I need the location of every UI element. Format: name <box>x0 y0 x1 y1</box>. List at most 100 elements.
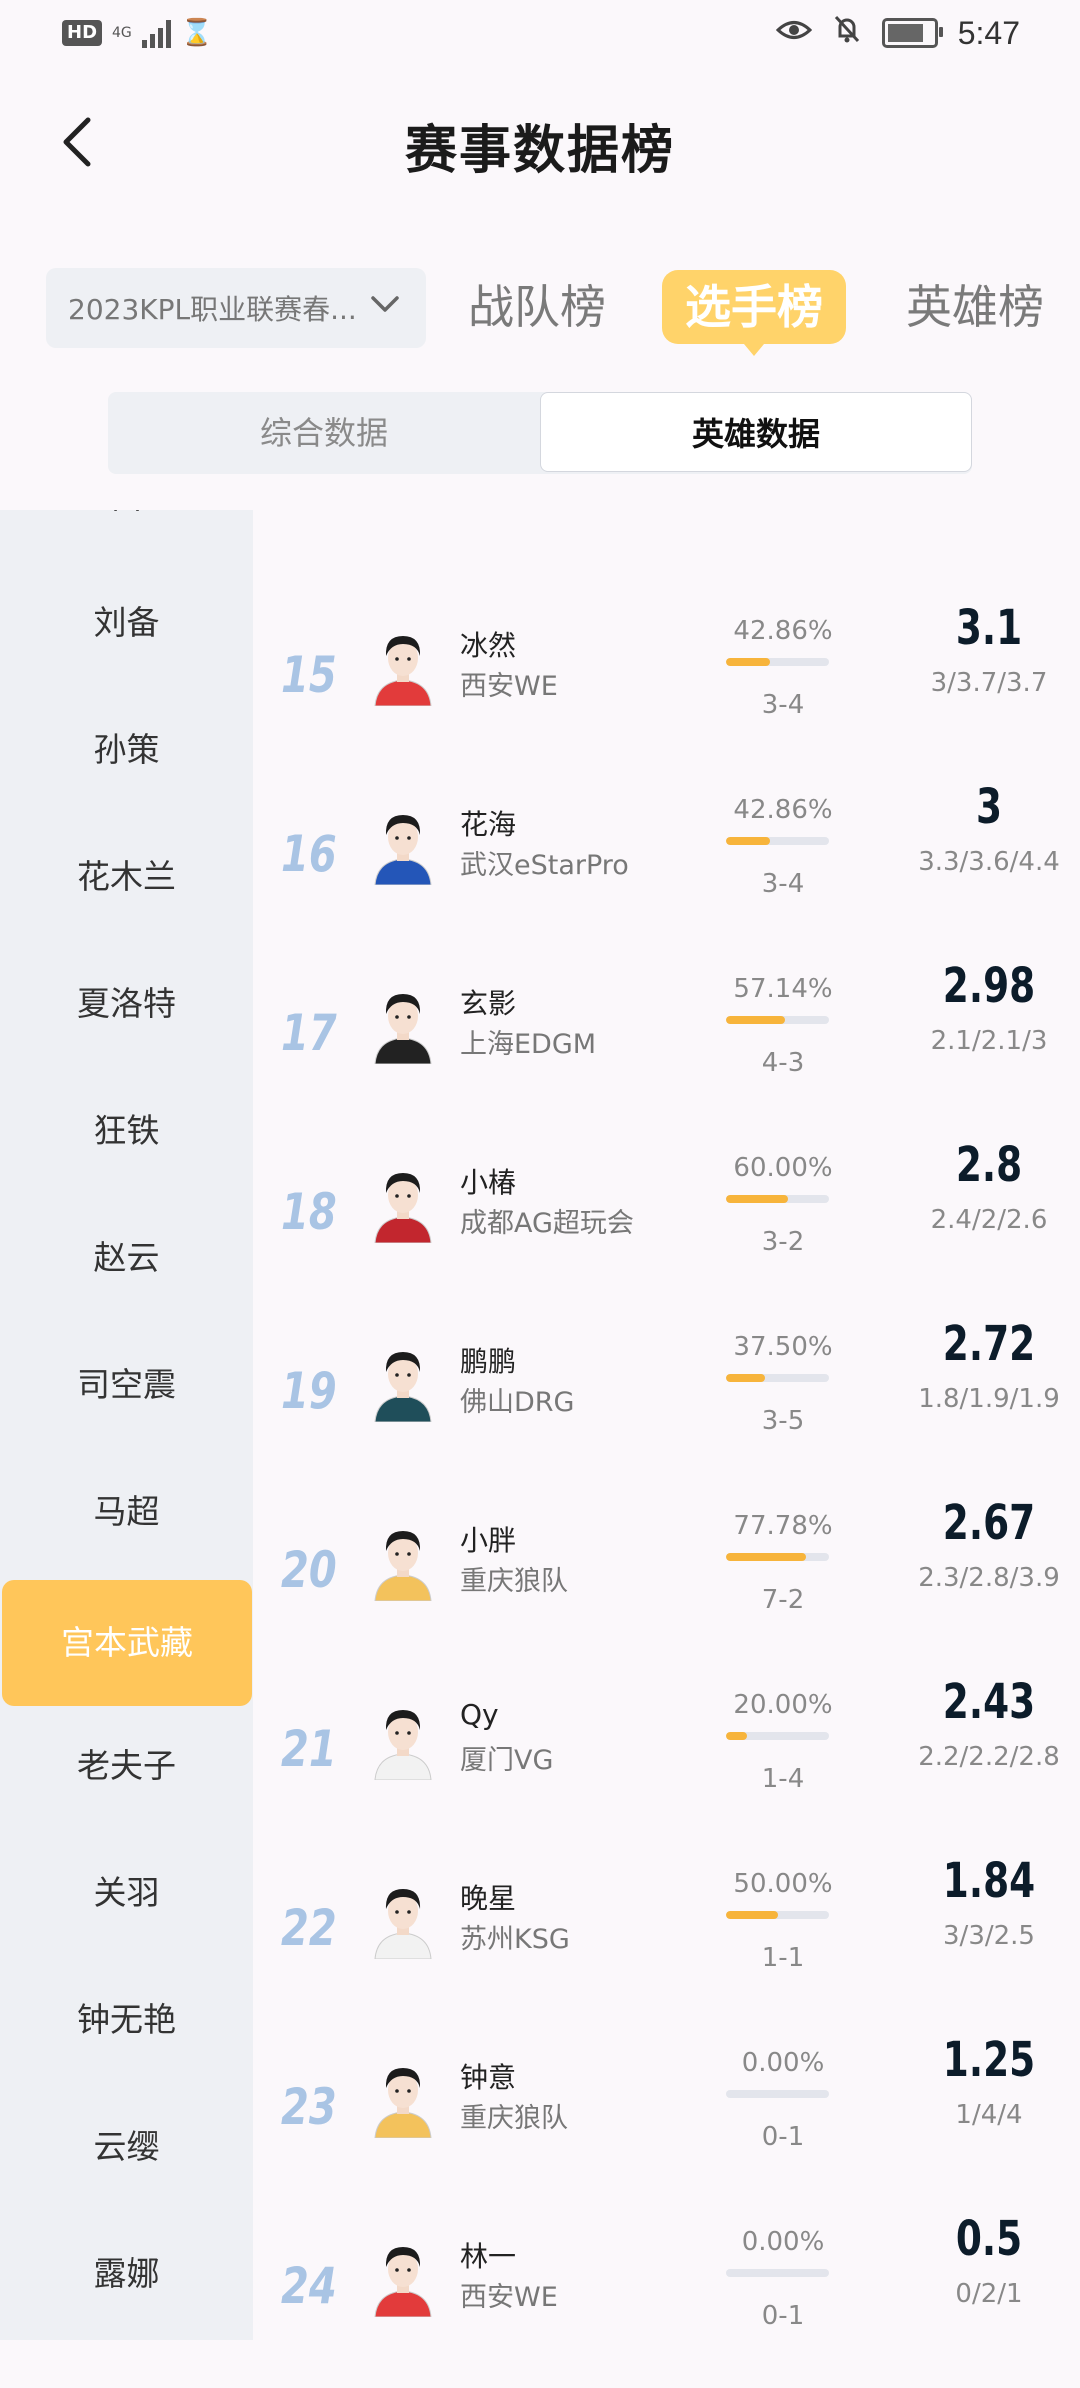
network-label: 4G <box>112 25 132 41</box>
sidebar-item-sikongzhen[interactable]: 司空震 <box>0 1322 253 1448</box>
win-rate-bar <box>726 2269 829 2277</box>
player-team: 西安WE <box>460 2282 558 2313</box>
win-rate: 77.78% <box>733 1511 833 1541</box>
chevron-down-icon <box>371 296 399 312</box>
player-name: 鹏鹏 <box>460 1345 517 1378</box>
player-row[interactable]: 21 Qy 厦门VG 20.00% 1-4 2.43 2.2/2.2/2.8 <box>253 1672 1080 1851</box>
player-avatar <box>374 2247 432 2317</box>
rank-number: 18 <box>281 1183 337 1241</box>
sidebar-item-machao[interactable]: 马超 <box>0 1449 253 1575</box>
rank-number: 20 <box>281 1541 337 1599</box>
hd-badge: HD <box>62 20 103 46</box>
win-loss-record: 3-4 <box>761 690 805 720</box>
win-rate: 42.86% <box>733 616 833 646</box>
player-row[interactable]: 18 小椿 成都AG超玩会 60.00% 3-2 2.8 2.4/2/2.6 <box>253 1135 1080 1314</box>
kda-breakdown: 2.4/2/2.6 <box>930 1205 1048 1235</box>
season-dropdown[interactable]: 2023KPL职业联赛春... <box>46 268 426 348</box>
player-team: 成都AG超玩会 <box>460 1208 634 1239</box>
player-name: 林一 <box>460 2240 517 2273</box>
tab-team-ranking[interactable]: 战队榜 <box>462 270 612 344</box>
tab-player-ranking[interactable]: 选手榜 <box>662 270 846 356</box>
player-avatar <box>374 1889 432 1959</box>
rank-number: 21 <box>281 1720 337 1778</box>
rank-number: 19 <box>281 1362 337 1420</box>
player-row[interactable]: 23 钟意 重庆狼队 0.00% 0-1 1.25 1/4/4 <box>253 2030 1080 2209</box>
player-avatar <box>374 1352 432 1422</box>
player-team: 苏州KSG <box>460 1924 570 1955</box>
player-row[interactable]: 22 晚星 苏州KSG 50.00% 1-1 1.84 3/3/2.5 <box>253 1851 1080 2030</box>
win-rate: 50.00% <box>733 1869 833 1899</box>
sidebar-item-zhongwuyan[interactable]: 钟无艳 <box>0 1957 253 2083</box>
kda-value: 2.98 <box>942 958 1036 1014</box>
win-loss-record: 3-5 <box>761 1406 805 1436</box>
win-loss-record: 4-3 <box>761 1048 805 1078</box>
sidebar-item-laofuzi[interactable]: 老夫子 <box>0 1703 253 1829</box>
player-avatar <box>374 2068 432 2138</box>
player-avatar <box>374 994 432 1064</box>
tab-hero-ranking[interactable]: 英雄榜 <box>900 270 1050 344</box>
sidebar-item-yunying[interactable]: 云缨 <box>0 2084 253 2210</box>
player-row[interactable]: 24 林一 西安WE 0.00% 0-1 0.5 0/2/1 <box>253 2209 1080 2388</box>
win-loss-record: 3-2 <box>761 1227 805 1257</box>
player-name: 冰然 <box>460 629 517 662</box>
season-label: 2023KPL职业联赛春... <box>68 293 357 326</box>
sidebar-item-guanyu[interactable]: 关羽 <box>0 1830 253 1956</box>
win-rate-bar <box>726 837 829 845</box>
kda-breakdown: 1/4/4 <box>955 2100 1023 2130</box>
player-name: 小椿 <box>460 1166 517 1199</box>
page-title: 赛事数据榜 <box>404 121 675 181</box>
win-rate: 0.00% <box>741 2048 825 2078</box>
player-row[interactable]: 20 小胖 重庆狼队 77.78% 7-2 2.67 2.3/2.8/3.9 <box>253 1493 1080 1672</box>
rank-number: 24 <box>281 2257 337 2315</box>
segment-hero-data[interactable]: 英雄数据 <box>540 392 972 472</box>
win-rate-bar <box>726 658 829 666</box>
player-name: 钟意 <box>460 2061 517 2094</box>
win-rate-bar <box>726 2090 829 2098</box>
kda-breakdown: 3/3.7/3.7 <box>930 668 1048 698</box>
data-type-segmented-control: 综合数据 英雄数据 <box>108 392 972 474</box>
sidebar-item-luna[interactable]: 露娜 <box>0 2211 253 2337</box>
hero-sidebar[interactable]: 吕 刘备 孙策 花木兰 夏洛特 狂铁 赵云 司空震 马超 宫本武藏 老夫子 关羽… <box>0 510 253 2340</box>
win-rate: 0.00% <box>741 2227 825 2257</box>
rank-number: 22 <box>281 1899 337 1957</box>
player-name: Qy <box>460 1698 499 1731</box>
segment-general-data[interactable]: 综合数据 <box>108 392 540 474</box>
player-row[interactable]: 17 玄影 上海EDGM 57.14% 4-3 2.98 2.1/2.1/3 <box>253 956 1080 1135</box>
mute-bell-icon <box>832 14 862 52</box>
rank-number: 23 <box>281 2078 337 2136</box>
battery-icon <box>881 18 943 48</box>
player-name: 花海 <box>460 808 517 841</box>
player-avatar <box>374 636 432 706</box>
kda-breakdown: 3.3/3.6/4.4 <box>918 847 1060 877</box>
sidebar-item-partial[interactable]: 吕 <box>0 510 253 560</box>
kda-breakdown: 2.3/2.8/3.9 <box>918 1563 1060 1593</box>
player-row[interactable]: 15 冰然 西安WE 42.86% 3-4 3.1 3/3.7/3.7 <box>253 598 1080 777</box>
status-bar: HD 4G ⌛ 5:47 <box>0 0 1080 72</box>
sidebar-item-sunce[interactable]: 孙策 <box>0 687 253 813</box>
sidebar-item-xialuote[interactable]: 夏洛特 <box>0 941 253 1067</box>
kda-value: 2.67 <box>942 1495 1036 1551</box>
sidebar-item-kuangtie[interactable]: 狂铁 <box>0 1068 253 1194</box>
sidebar-item-liubei[interactable]: 刘备 <box>0 560 253 686</box>
win-rate-bar <box>726 1016 829 1024</box>
signal-icon <box>141 18 171 48</box>
player-avatar <box>374 815 432 885</box>
sidebar-item-zhaoyun[interactable]: 赵云 <box>0 1195 253 1321</box>
rank-number: 16 <box>281 825 337 883</box>
win-rate-bar <box>726 1553 829 1561</box>
player-row[interactable]: 19 鹏鹏 佛山DRG 37.50% 3-5 2.72 1.8/1.9/1.9 <box>253 1314 1080 1493</box>
player-team: 武汉eStarPro <box>460 850 629 881</box>
win-rate: 42.86% <box>733 795 833 825</box>
kda-breakdown: 3/3/2.5 <box>943 1921 1035 1951</box>
player-team: 佛山DRG <box>460 1387 575 1418</box>
win-rate-bar <box>726 1911 829 1919</box>
kda-value: 3 <box>975 779 1003 835</box>
player-name: 小胖 <box>460 1524 517 1557</box>
win-rate-bar <box>726 1195 829 1203</box>
sidebar-item-huamulan[interactable]: 花木兰 <box>0 814 253 940</box>
player-team: 重庆狼队 <box>460 2103 568 2134</box>
player-name: 玄影 <box>460 987 517 1020</box>
kda-value: 2.8 <box>955 1137 1023 1193</box>
sidebar-item-gongbenwuzang[interactable]: 宫本武藏 <box>2 1580 252 1706</box>
player-row[interactable]: 16 花海 武汉eStarPro 42.86% 3-4 3 3.3/3.6/4.4 <box>253 777 1080 956</box>
